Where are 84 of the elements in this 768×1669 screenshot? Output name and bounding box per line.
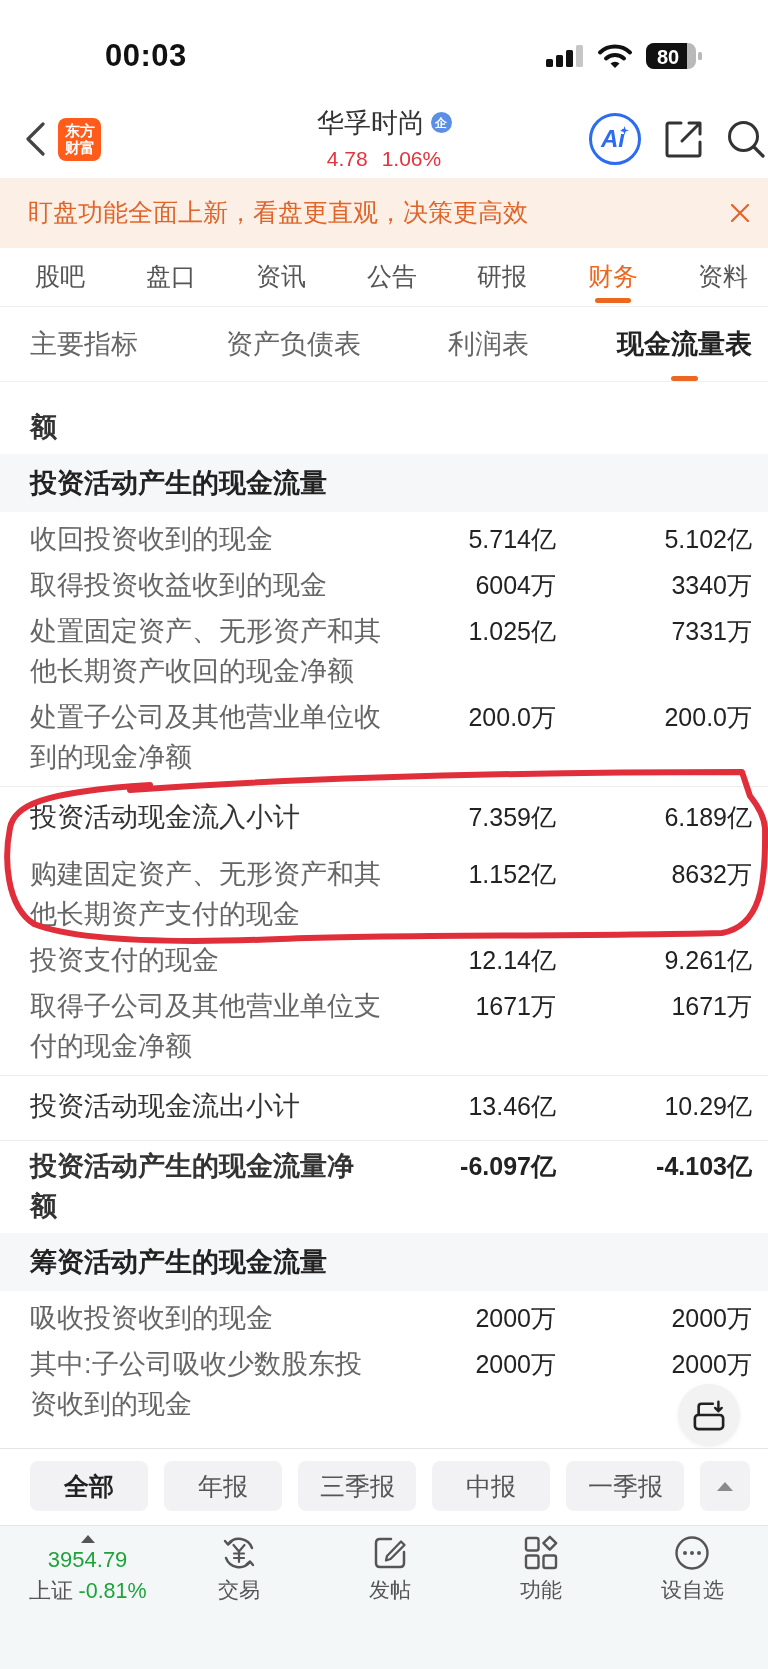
status-time: 00:03 xyxy=(105,38,187,74)
tab[interactable]: 资讯 xyxy=(256,248,306,306)
tab[interactable]: 资料 xyxy=(698,248,748,306)
row-label: 取得投资收益收到的现金 xyxy=(30,569,328,602)
row-label: 取得子公司及其他营业单位支付的现金净额 xyxy=(30,990,382,1063)
stock-price: 4.78 xyxy=(326,145,368,172)
row-label: 处置固定资产、无形资产和其他长期资产收回的现金净额 xyxy=(30,615,382,688)
row-value: 3340万 xyxy=(671,570,752,601)
row-label: 投资活动现金流入小计 xyxy=(30,801,301,834)
period-filter-chip[interactable]: 中报 xyxy=(432,1461,550,1511)
tab[interactable]: 股吧 xyxy=(35,248,85,306)
nav-item[interactable]: 交易 xyxy=(163,1535,315,1603)
tab[interactable]: 盘口 xyxy=(145,248,196,306)
section-header: 筹资活动产生的现金流量 xyxy=(0,1233,768,1291)
nav-item[interactable]: 发帖 xyxy=(314,1535,466,1603)
period-filter-chip[interactable]: 全部 xyxy=(30,1461,148,1511)
row-value: 1671万 xyxy=(475,991,556,1022)
enterprise-badge: 企 xyxy=(430,112,452,133)
battery-indicator: 80 xyxy=(646,42,702,70)
row-label: 收回投资收到的现金 xyxy=(30,523,274,556)
nav-item[interactable]: 功能 xyxy=(465,1535,617,1603)
row-label: 其中:子公司吸收少数股东投资收到的现金 xyxy=(30,1348,363,1421)
sub-tab[interactable]: 利润表 xyxy=(448,307,530,381)
row-value: 5.714亿 xyxy=(468,524,556,555)
row-value: 2000万 xyxy=(671,1303,752,1334)
swap-view-button[interactable] xyxy=(678,1384,740,1446)
period-filter-chip[interactable]: 年报 xyxy=(164,1461,282,1511)
row-value: 7.359亿 xyxy=(468,802,556,833)
row-value: 6004万 xyxy=(475,570,556,601)
period-filter-chip[interactable]: 一季报 xyxy=(566,1461,684,1511)
row-value: 8632万 xyxy=(671,859,752,890)
sub-tab[interactable]: 主要指标 xyxy=(30,307,138,381)
row-label: 投资活动现金流出小计 xyxy=(30,1090,301,1123)
row-label: 处置子公司及其他营业单位收到的现金净额 xyxy=(30,701,382,774)
close-icon xyxy=(731,204,749,222)
more-icon xyxy=(674,1535,711,1571)
sub-tab[interactable]: 资产负债表 xyxy=(225,307,361,381)
caret-up-icon xyxy=(717,1481,733,1491)
row-value: 7331万 xyxy=(671,616,752,647)
back-icon xyxy=(24,122,46,156)
section-header: 投资活动产生的现金流量 xyxy=(0,454,768,512)
row-value: -6.097亿 xyxy=(460,1151,556,1182)
sub-tab[interactable]: 现金流量表 xyxy=(616,307,752,381)
row-label: 吸收投资收到的现金 xyxy=(30,1302,274,1335)
search-icon xyxy=(727,120,765,158)
tab[interactable]: 研报 xyxy=(477,248,527,306)
row-value: 2000万 xyxy=(475,1303,556,1334)
row-value: 10.29亿 xyxy=(664,1091,752,1122)
row-value: 2000万 xyxy=(671,1349,752,1380)
back-button[interactable] xyxy=(24,122,46,156)
edit-icon xyxy=(372,1535,408,1571)
nav-item[interactable]: 设自选 xyxy=(616,1535,768,1603)
collapse-button[interactable] xyxy=(700,1461,750,1511)
caret-up-icon xyxy=(80,1535,95,1543)
row-value: 9.261亿 xyxy=(664,945,752,976)
row-label: 投资活动产生的现金流量净额 xyxy=(30,1150,355,1223)
tab[interactable]: 公告 xyxy=(366,248,417,306)
row-value: 1.152亿 xyxy=(468,859,556,890)
row-value: 12.14亿 xyxy=(468,945,556,976)
period-filter-chip[interactable]: 三季报 xyxy=(298,1461,416,1511)
market-index-button[interactable]: 3954.79 上证 -0.81% xyxy=(12,1535,164,1605)
row-value: 13.46亿 xyxy=(468,1091,556,1122)
share-icon xyxy=(665,120,703,158)
row-value: 2000万 xyxy=(475,1349,556,1380)
stock-name: 华孚时尚 xyxy=(316,106,425,139)
ai-button[interactable]: Ai xyxy=(589,113,641,165)
row-label: 额 xyxy=(30,411,58,444)
banner-text: 盯盘功能全面上新，看盘更直观，决策更高效 xyxy=(28,198,528,228)
price-change: 1.06% xyxy=(381,145,442,172)
row-value: -4.103亿 xyxy=(656,1151,752,1182)
share-button[interactable] xyxy=(665,120,703,158)
search-button[interactable] xyxy=(727,120,765,158)
signal-icon xyxy=(546,45,584,67)
grid-icon xyxy=(523,1535,560,1571)
row-value: 1671万 xyxy=(671,991,752,1022)
row-value: 200.0万 xyxy=(664,702,752,733)
row-value: 5.102亿 xyxy=(664,524,752,555)
wifi-icon xyxy=(597,43,633,69)
row-value: 200.0万 xyxy=(468,702,556,733)
row-value: 1.025亿 xyxy=(468,616,556,647)
row-label: 投资支付的现金 xyxy=(30,944,220,977)
app-logo: 东方财富 xyxy=(58,117,101,161)
row-value: 6.189亿 xyxy=(664,802,752,833)
swap-icon xyxy=(692,1399,726,1431)
